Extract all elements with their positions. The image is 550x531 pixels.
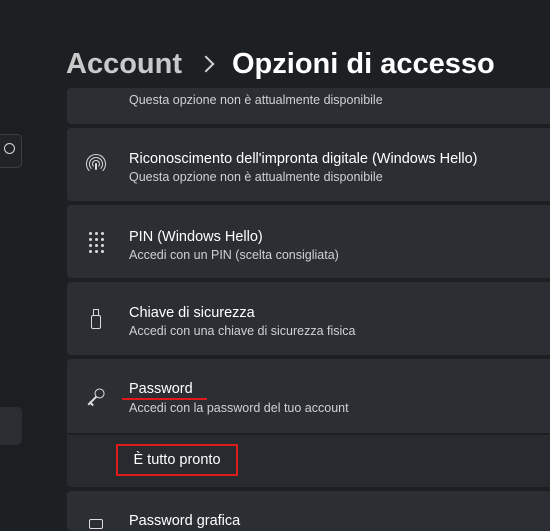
breadcrumb-account[interactable]: Account (66, 48, 182, 81)
search-icon (4, 143, 15, 154)
chevron-right-icon (197, 55, 215, 73)
sidebar-selected-item[interactable] (0, 407, 22, 445)
navigation-sidebar (0, 0, 48, 520)
option-security-key[interactable]: Chiave di sicurezza Accedi con una chiav… (67, 282, 550, 355)
highlight-underline (122, 398, 207, 400)
option-title: Password grafica (129, 513, 241, 529)
picture-password-icon (89, 519, 103, 529)
key-icon (85, 386, 107, 408)
option-title: Password (129, 381, 193, 397)
option-title: Riconoscimento dell'impronta digitale (W… (129, 151, 478, 167)
option-subtitle: Questa opzione non è attualmente disponi… (129, 93, 383, 107)
option-picture-password[interactable]: Password grafica (67, 491, 550, 531)
fingerprint-icon (85, 153, 107, 175)
option-title: Chiave di sicurezza (129, 305, 255, 321)
option-subtitle: Accedi con un PIN (scelta consigliata) (129, 248, 339, 262)
sidebar-search-box[interactable] (0, 134, 22, 168)
password-status-text: È tutto pronto (116, 444, 238, 476)
usb-key-icon (85, 308, 107, 330)
option-fingerprint[interactable]: Riconoscimento dell'impronta digitale (W… (67, 128, 550, 201)
page-title: Opzioni di accesso (232, 47, 495, 80)
option-subtitle: Accedi con la password del tuo account (129, 401, 349, 415)
option-title: PIN (Windows Hello) (129, 229, 263, 245)
option-subtitle: Accedi con una chiave di sicurezza fisic… (129, 324, 356, 338)
option-face-recognition[interactable]: Questa opzione non è attualmente disponi… (67, 88, 550, 124)
option-pin[interactable]: PIN (Windows Hello) Accedi con un PIN (s… (67, 205, 550, 278)
keypad-icon (85, 231, 107, 253)
option-subtitle: Questa opzione non è attualmente disponi… (129, 170, 383, 184)
page-header: Account Opzioni di accesso (66, 44, 495, 84)
option-password[interactable]: Password Accedi con la password del tuo … (67, 359, 550, 433)
